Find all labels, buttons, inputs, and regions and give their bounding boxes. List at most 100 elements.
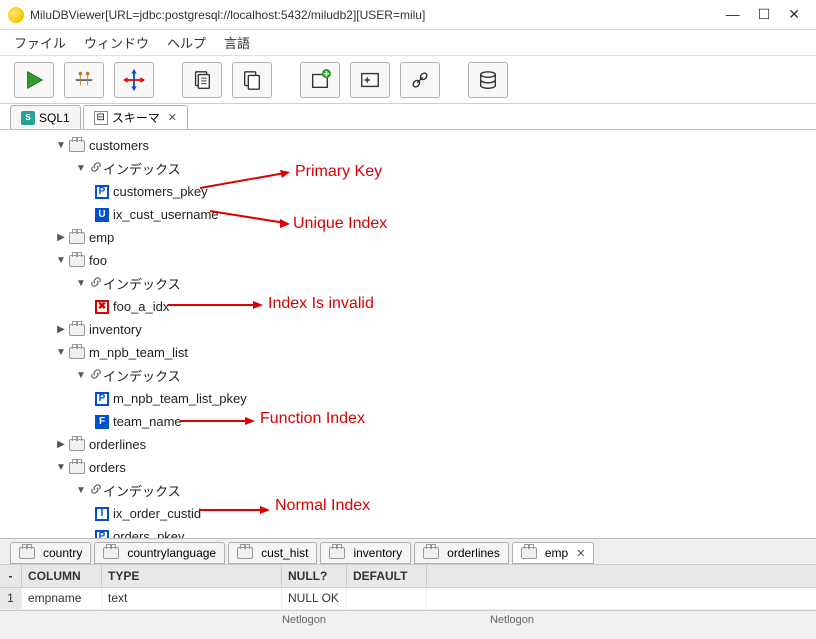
menu-window[interactable]: ウィンドウ bbox=[84, 33, 149, 52]
toolbar bbox=[0, 56, 816, 104]
database-button[interactable] bbox=[468, 62, 508, 98]
btab-cust-hist[interactable]: cust_hist bbox=[228, 542, 317, 564]
run-button[interactable] bbox=[14, 62, 54, 98]
btab-country[interactable]: country bbox=[10, 542, 91, 564]
btab-inventory[interactable]: inventory bbox=[320, 542, 411, 564]
tree-node-orders-pkey[interactable]: orders_pkey bbox=[113, 529, 185, 538]
explain-button[interactable] bbox=[64, 62, 104, 98]
tree-node-inventory[interactable]: inventory bbox=[89, 322, 142, 337]
tree-node-customers-pkey[interactable]: customers_pkey bbox=[113, 184, 208, 199]
expander-icon[interactable]: ▶ bbox=[55, 232, 67, 243]
table-icon bbox=[103, 547, 119, 559]
add-panel-button[interactable] bbox=[350, 62, 390, 98]
app-icon bbox=[8, 7, 24, 23]
table-icon bbox=[329, 547, 345, 559]
table-icon bbox=[69, 462, 85, 474]
expander-icon[interactable]: ▼ bbox=[75, 485, 87, 496]
table-icon bbox=[69, 140, 85, 152]
link-icon bbox=[89, 275, 103, 292]
btab-emp[interactable]: emp✕ bbox=[512, 542, 595, 564]
tree-node-customers[interactable]: customers bbox=[89, 138, 149, 153]
expander-icon[interactable]: ▼ bbox=[75, 163, 87, 174]
tree-node-ix-order-custid[interactable]: ix_order_custid bbox=[113, 506, 201, 521]
tab-schema-close[interactable]: ✕ bbox=[168, 111, 177, 124]
grid-header-type[interactable]: TYPE bbox=[102, 565, 282, 587]
link-icon bbox=[89, 482, 103, 499]
tab-sql1[interactable]: S SQL1 bbox=[10, 105, 81, 129]
schema-icon: ⊟ bbox=[94, 111, 108, 125]
expander-icon[interactable]: ▼ bbox=[75, 278, 87, 289]
copy-button[interactable] bbox=[232, 62, 272, 98]
table-icon bbox=[69, 324, 85, 336]
expander-icon[interactable]: ▼ bbox=[55, 347, 67, 358]
titlebar: MiluDBViewer[URL=jdbc:postgresql://local… bbox=[0, 0, 816, 30]
table-icon bbox=[423, 547, 439, 559]
tree-node-orderlines[interactable]: orderlines bbox=[89, 437, 146, 452]
link-icon bbox=[89, 367, 103, 384]
menu-file[interactable]: ファイル bbox=[14, 33, 66, 52]
tree-node-ix-cust-username[interactable]: ix_cust_username bbox=[113, 207, 219, 222]
pk-icon: P bbox=[95, 185, 109, 199]
schema-tree[interactable]: ▼customers ▼インデックス Pcustomers_pkey Uix_c… bbox=[0, 130, 816, 538]
new-button[interactable] bbox=[300, 62, 340, 98]
expander-icon[interactable]: ▶ bbox=[55, 439, 67, 450]
grid-cell-type: text bbox=[102, 588, 282, 609]
expander-icon[interactable]: ▶ bbox=[55, 324, 67, 335]
tree-node-orders[interactable]: orders bbox=[89, 460, 126, 475]
menubar: ファイル ウィンドウ ヘルプ 言語 bbox=[0, 30, 816, 56]
menu-help[interactable]: ヘルプ bbox=[167, 33, 206, 52]
tree-node-index[interactable]: インデックス bbox=[103, 366, 181, 385]
tab-schema[interactable]: ⊟ スキーマ ✕ bbox=[83, 105, 188, 129]
grid-cell-default bbox=[347, 588, 427, 609]
table-icon bbox=[69, 232, 85, 244]
bottom-tabstrip: country countrylanguage cust_hist invent… bbox=[0, 538, 816, 564]
tree-node-team-name[interactable]: team_name bbox=[113, 414, 182, 429]
tab-sql1-label: SQL1 bbox=[39, 111, 70, 125]
grid-header-default[interactable]: DEFAULT bbox=[347, 565, 427, 587]
copy-docs-button[interactable] bbox=[182, 62, 222, 98]
table-icon bbox=[69, 255, 85, 267]
pk-icon: P bbox=[95, 392, 109, 406]
tab-schema-label: スキーマ bbox=[112, 109, 160, 126]
status-netlogon-2: Netlogon bbox=[490, 614, 534, 626]
maximize-button[interactable]: ☐ bbox=[758, 6, 771, 23]
table-icon bbox=[69, 439, 85, 451]
move-button[interactable] bbox=[114, 62, 154, 98]
tree-node-index[interactable]: インデックス bbox=[103, 274, 181, 293]
grid-row[interactable]: 1 empname text NULL OK bbox=[0, 588, 816, 610]
index-icon: I bbox=[95, 507, 109, 521]
table-icon bbox=[19, 547, 35, 559]
table-icon bbox=[521, 547, 537, 559]
pk-icon: P bbox=[95, 530, 109, 539]
tree-node-index[interactable]: インデックス bbox=[103, 159, 181, 178]
window-title: MiluDBViewer[URL=jdbc:postgresql://local… bbox=[30, 8, 726, 22]
table-icon bbox=[69, 347, 85, 359]
tabstrip: S SQL1 ⊟ スキーマ ✕ bbox=[0, 104, 816, 130]
btab-orderlines[interactable]: orderlines bbox=[414, 542, 509, 564]
btab-countrylanguage[interactable]: countrylanguage bbox=[94, 542, 225, 564]
tree-node-foo-a-idx[interactable]: foo_a_idx bbox=[113, 299, 169, 314]
grid-header-num[interactable]: - bbox=[0, 565, 22, 587]
expander-icon[interactable]: ▼ bbox=[55, 140, 67, 151]
tree-node-m-npb-team-list[interactable]: m_npb_team_list bbox=[89, 345, 188, 360]
grid-header: - COLUMN TYPE NULL? DEFAULT bbox=[0, 564, 816, 588]
link-icon bbox=[89, 160, 103, 177]
unique-icon: U bbox=[95, 208, 109, 222]
close-button[interactable]: ✕ bbox=[788, 6, 800, 23]
tree-node-index[interactable]: インデックス bbox=[103, 481, 181, 500]
menu-lang[interactable]: 言語 bbox=[224, 33, 250, 52]
minimize-button[interactable]: — bbox=[726, 6, 740, 23]
grid-cell-num: 1 bbox=[0, 588, 22, 609]
tree-node-foo[interactable]: foo bbox=[89, 253, 107, 268]
tree-node-m-npb-pkey[interactable]: m_npb_team_list_pkey bbox=[113, 391, 247, 406]
grid-header-column[interactable]: COLUMN bbox=[22, 565, 102, 587]
expander-icon[interactable]: ▼ bbox=[55, 255, 67, 266]
grid-header-null[interactable]: NULL? bbox=[282, 565, 347, 587]
tree-node-emp[interactable]: emp bbox=[89, 230, 114, 245]
expander-icon[interactable]: ▼ bbox=[55, 462, 67, 473]
btab-emp-close[interactable]: ✕ bbox=[576, 547, 585, 560]
status-netlogon-1: Netlogon bbox=[282, 614, 326, 626]
expander-icon[interactable]: ▼ bbox=[75, 370, 87, 381]
statusbar: Netlogon Netlogon bbox=[0, 610, 816, 629]
connect-button[interactable] bbox=[400, 62, 440, 98]
